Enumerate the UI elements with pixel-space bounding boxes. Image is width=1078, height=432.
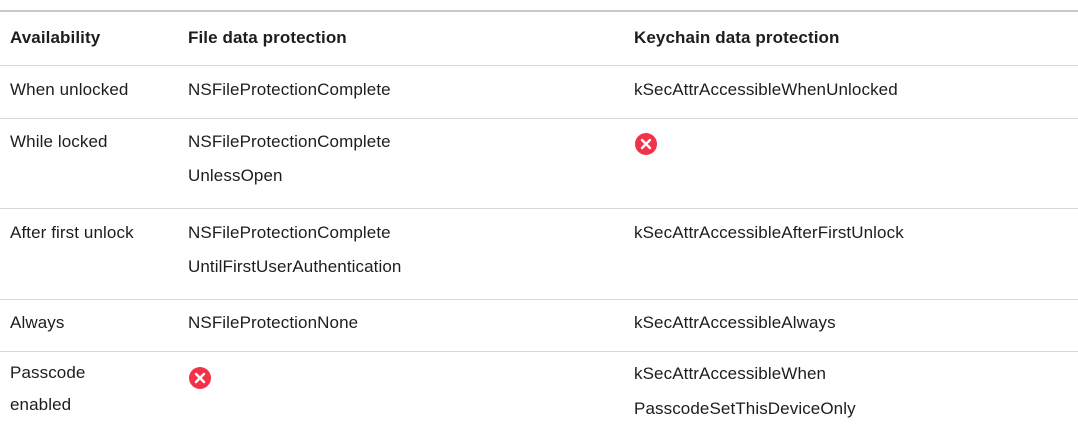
keychain-protection-cell: kSecAttrAccessibleAlways [634,306,1074,340]
file-protection-cell [188,365,618,390]
keychain-protection-text: kSecAttrAccessibleAfterFirstUnlock [634,223,904,242]
file-protection-text: UntilFirstUserAuthentication [188,257,402,276]
keychain-protection-text: kSecAttrAccessibleWhen [634,364,827,383]
keychain-protection-text: kSecAttrAccessibleWhenUnlocked [634,80,898,99]
table-header-row: Availability File data protection Keycha… [0,12,1078,66]
availability-text: After first unlock [10,223,134,242]
file-protection-text: NSFileProtectionComplete [188,132,391,151]
file-protection-text: NSFileProtectionNone [188,313,359,332]
header-file-data-protection: File data protection [188,28,347,47]
keychain-protection-cell: kSecAttrAccessibleWhen PasscodeSetThisDe… [634,356,1074,426]
file-protection-cell: NSFileProtectionComplete UntilFirstUserA… [188,216,618,284]
availability-text: Always [10,313,65,332]
availability-cell: Always [10,306,175,340]
table-row: When unlocked NSFileProtectionComplete k… [0,66,1078,119]
table-row: Passcode enabled kSecAttrAccessibleWhen … [0,352,1078,431]
file-protection-cell: NSFileProtectionComplete [188,73,618,107]
x-circle-icon [634,132,658,156]
x-circle-icon [188,366,212,390]
availability-text: When unlocked [10,80,129,99]
availability-cell: Passcode enabled [10,357,175,421]
header-keychain-data-protection: Keychain data protection [634,28,840,47]
availability-cell: After first unlock [10,216,175,250]
keychain-protection-cell [634,131,1074,156]
availability-cell: When unlocked [10,73,175,107]
file-protection-text: UnlessOpen [188,166,283,185]
file-protection-cell: NSFileProtectionComplete UnlessOpen [188,125,618,193]
availability-text: enabled [10,395,72,414]
availability-text: While locked [10,132,108,151]
file-protection-text: NSFileProtectionComplete [188,223,391,242]
table-row: While locked NSFileProtectionComplete Un… [0,119,1078,209]
table-row: After first unlock NSFileProtectionCompl… [0,209,1078,300]
availability-cell: While locked [10,125,175,159]
availability-text: Passcode [10,363,86,382]
header-availability: Availability [10,28,101,47]
file-protection-text: NSFileProtectionComplete [188,80,391,99]
keychain-protection-cell: kSecAttrAccessibleWhenUnlocked [634,73,1074,107]
keychain-protection-text: PasscodeSetThisDeviceOnly [634,399,856,418]
keychain-protection-cell: kSecAttrAccessibleAfterFirstUnlock [634,216,1074,250]
table-row: Always NSFileProtectionNone kSecAttrAcce… [0,300,1078,352]
keychain-protection-text: kSecAttrAccessibleAlways [634,313,836,332]
file-protection-cell: NSFileProtectionNone [188,306,618,340]
